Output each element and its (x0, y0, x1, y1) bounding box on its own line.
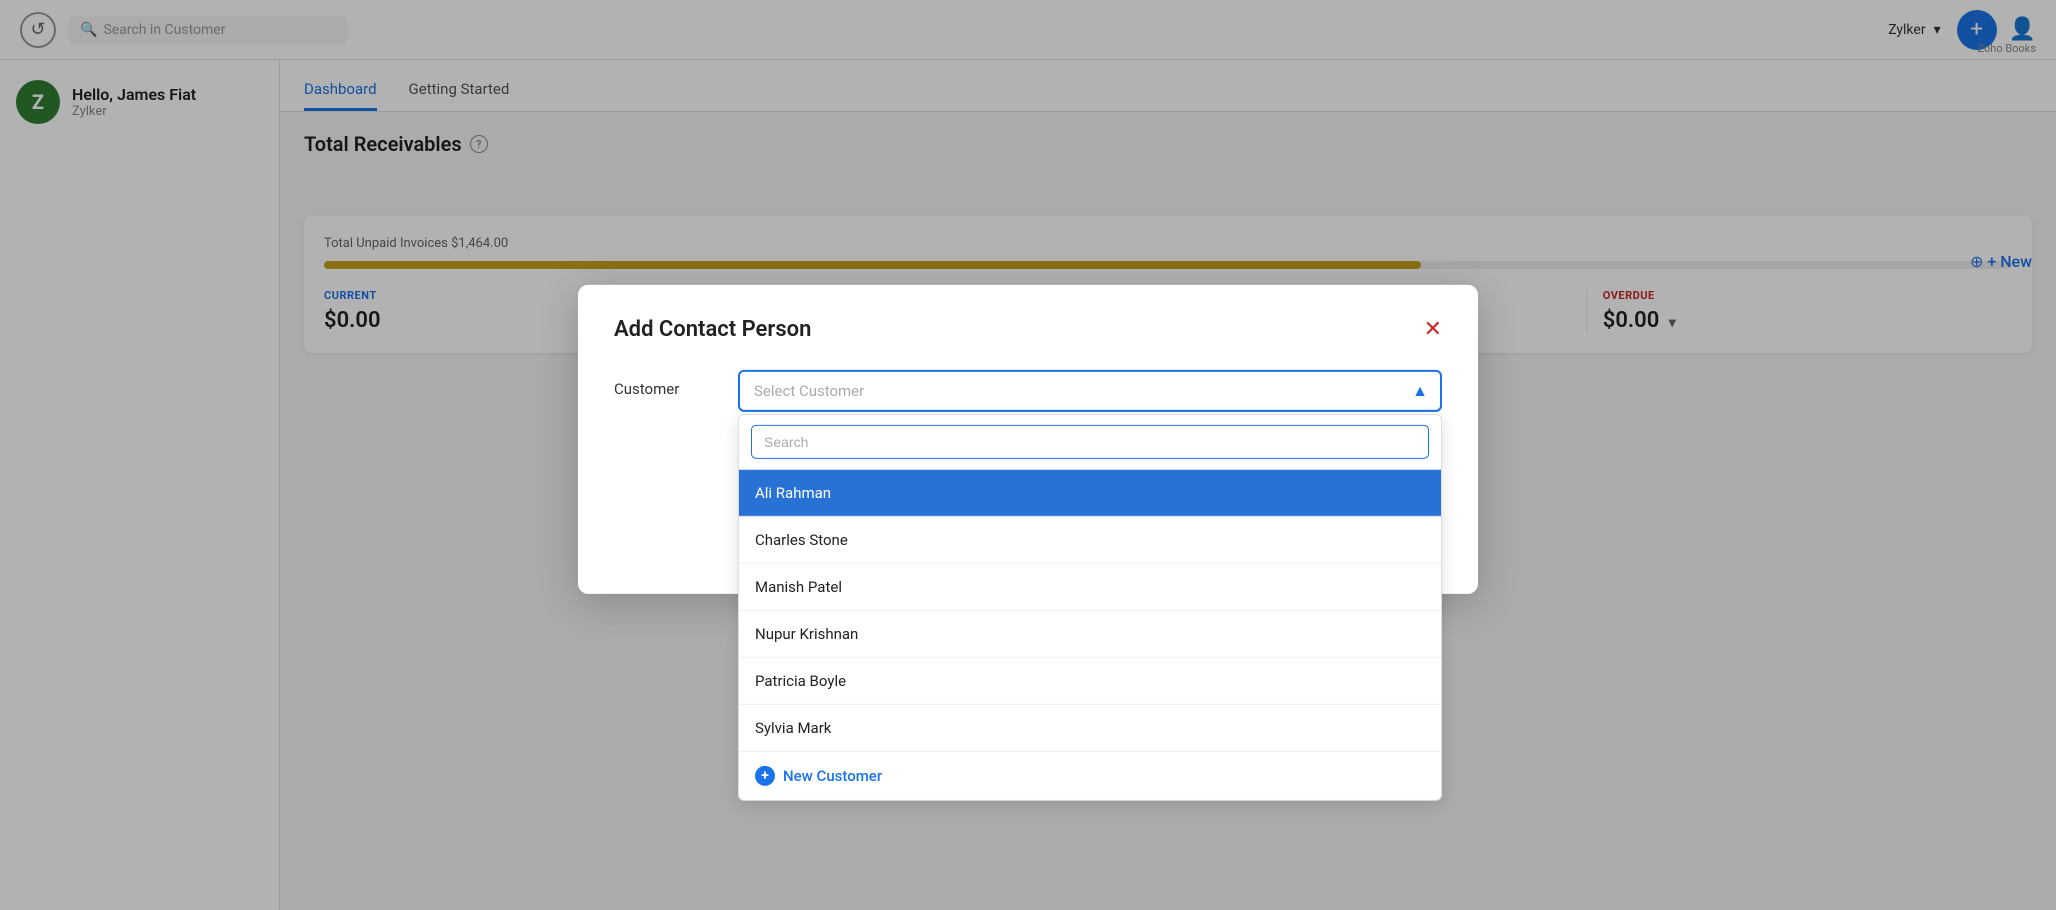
customer-option-patricia-boyle[interactable]: Patricia Boyle (739, 658, 1441, 705)
customer-option-manish-patel[interactable]: Manish Patel (739, 564, 1441, 611)
add-contact-modal: Add Contact Person ✕ Customer Select Cus… (578, 285, 1478, 594)
customer-field-label: Customer (614, 370, 714, 398)
chevron-up-icon: ▲ (1412, 381, 1428, 401)
close-button[interactable]: ✕ (1424, 318, 1442, 340)
dropdown-search-area (739, 415, 1441, 470)
customer-option-sylvia-mark[interactable]: Sylvia Mark (739, 705, 1441, 752)
dropdown-search-input[interactable] (751, 425, 1429, 459)
select-placeholder: Select Customer (754, 382, 864, 400)
customer-select-wrapper: Select Customer ▲ Ali Rahman Charles Sto… (738, 370, 1442, 412)
new-customer-option[interactable]: + New Customer (739, 752, 1441, 800)
customer-dropdown: Ali Rahman Charles Stone Manish Patel Nu… (738, 414, 1442, 801)
customer-option-charles-stone[interactable]: Charles Stone (739, 517, 1441, 564)
modal-body: Customer Select Customer ▲ Ali Rahman Ch… (614, 370, 1442, 412)
customer-select[interactable]: Select Customer (738, 370, 1442, 412)
new-customer-label: New Customer (783, 767, 882, 785)
customer-option-ali-rahman[interactable]: Ali Rahman (739, 470, 1441, 517)
customer-option-nupur-krishnan[interactable]: Nupur Krishnan (739, 611, 1441, 658)
modal-title: Add Contact Person (614, 317, 811, 342)
modal-header: Add Contact Person ✕ (614, 317, 1442, 342)
plus-circle-icon: + (755, 766, 775, 786)
